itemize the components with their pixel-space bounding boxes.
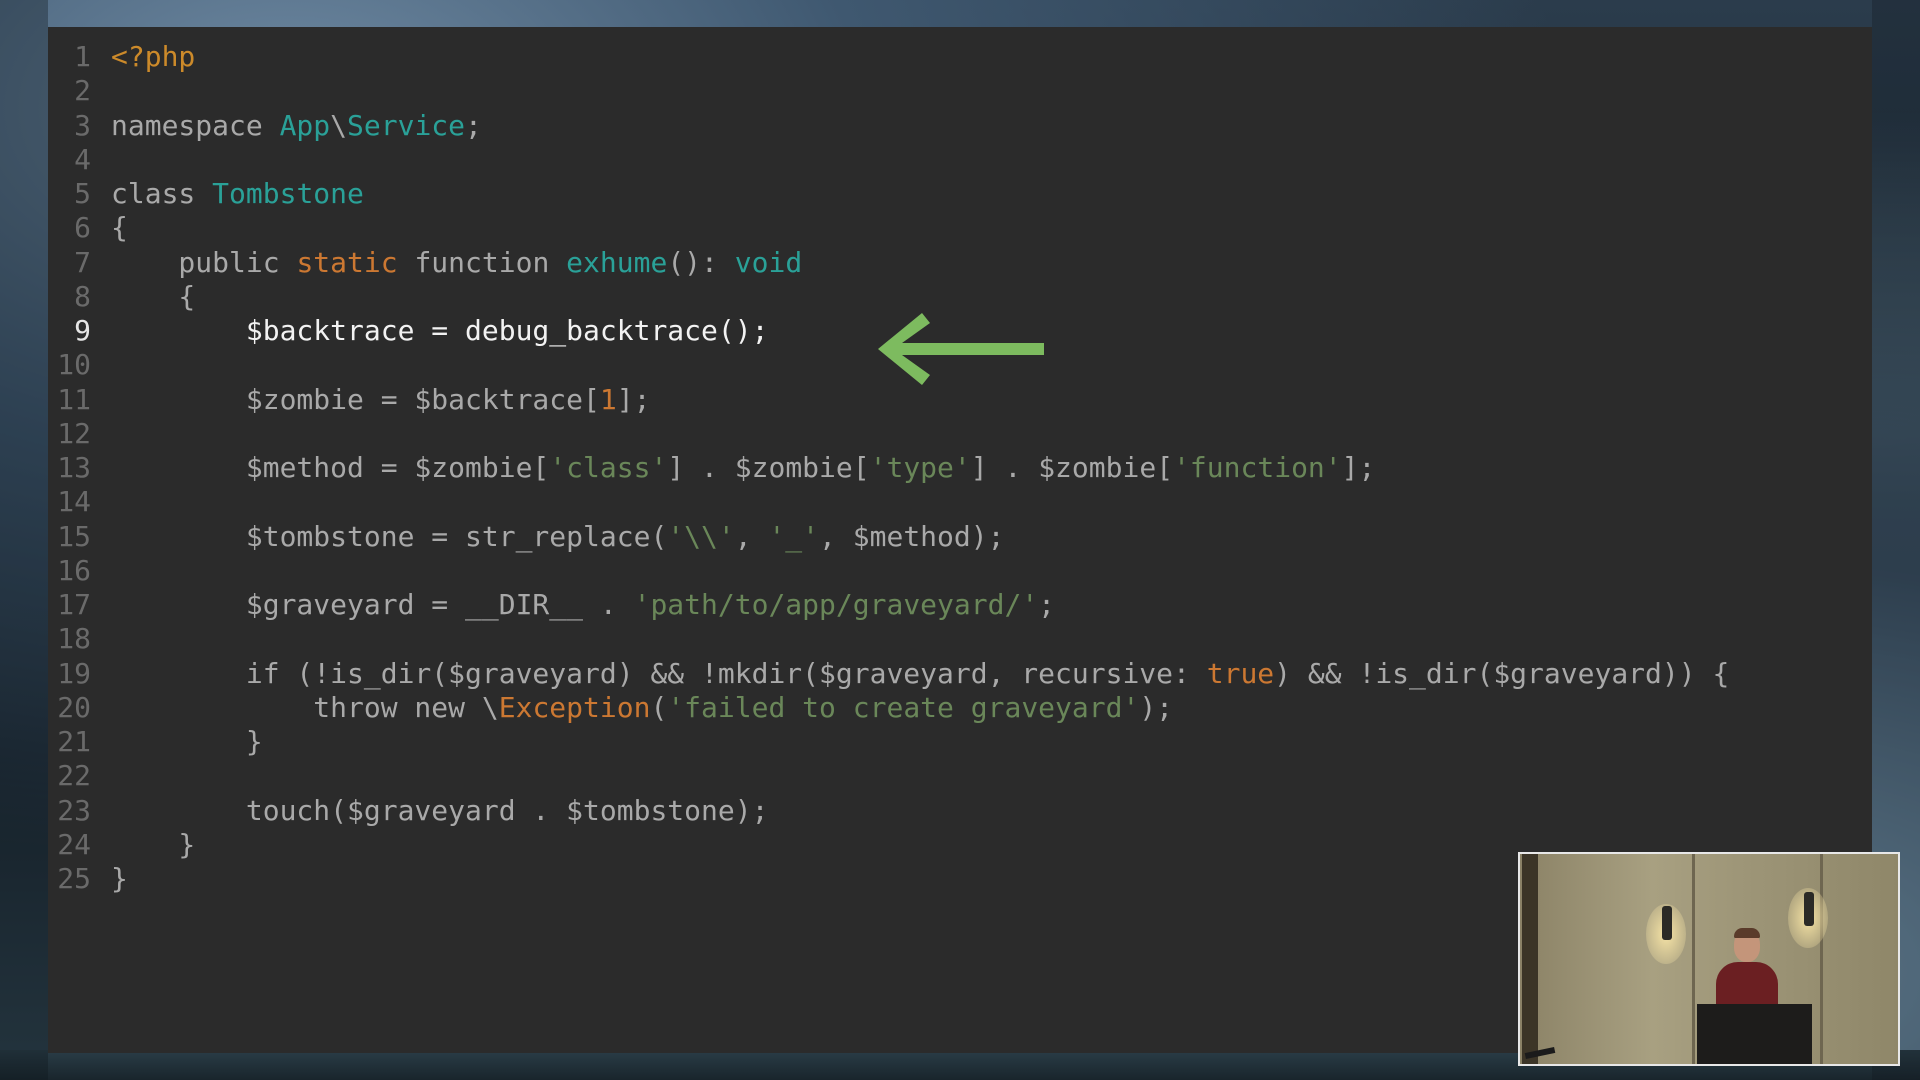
line-number: 10 bbox=[57, 348, 91, 382]
speaker-video-feed bbox=[1518, 852, 1900, 1066]
code-text: if (!is_dir($graveyard) && !mkdir($grave… bbox=[111, 657, 1729, 691]
code-token: exhume bbox=[566, 245, 668, 279]
code-token: '_' bbox=[768, 519, 820, 553]
line-number: 24 bbox=[57, 827, 91, 861]
code-token: , $method); bbox=[819, 519, 1005, 553]
line-number: 11 bbox=[57, 382, 91, 416]
code-text: } bbox=[111, 828, 195, 862]
code-token: ]; bbox=[1341, 451, 1376, 484]
code-token: static bbox=[296, 245, 398, 279]
code-token: Service bbox=[347, 108, 466, 142]
code-token: (): bbox=[667, 245, 735, 279]
line-number: 15 bbox=[57, 519, 91, 553]
code-token: 'class' bbox=[549, 451, 668, 484]
code-token: 'function' bbox=[1173, 451, 1342, 484]
webcam-wall-seam bbox=[1692, 854, 1695, 1064]
code-token: $method = $zombie[ bbox=[111, 451, 550, 484]
code-text: namespace App\Service; bbox=[111, 109, 482, 143]
code-text: { bbox=[111, 280, 195, 314]
code-text: touch($graveyard . $tombstone); bbox=[111, 793, 769, 828]
line-number: 4 bbox=[74, 142, 91, 176]
code-token: { bbox=[111, 211, 128, 245]
line-number: 22 bbox=[57, 759, 91, 793]
code-token: 'type' bbox=[869, 451, 971, 484]
line-number: 9 bbox=[74, 314, 91, 347]
line-number: 25 bbox=[57, 862, 91, 895]
code-token: void bbox=[734, 245, 803, 279]
code-token: ; bbox=[1038, 588, 1056, 621]
line-number: 7 bbox=[74, 245, 91, 279]
code-token: $tombstone = str_replace( bbox=[111, 519, 668, 553]
code-token: $backtrace = debug_backtrace(); bbox=[111, 314, 769, 347]
code-token: , bbox=[734, 519, 769, 553]
code-token: public bbox=[111, 245, 297, 279]
code-token: ); bbox=[1139, 690, 1174, 724]
line-number: 13 bbox=[57, 451, 91, 484]
line-number: 3 bbox=[74, 108, 91, 142]
code-text: <?php bbox=[111, 40, 195, 74]
code-token: ]; bbox=[616, 382, 651, 416]
line-number: 6 bbox=[74, 211, 91, 245]
line-number: 1 bbox=[74, 40, 91, 73]
code-token: touch($graveyard . $tombstone); bbox=[111, 793, 769, 827]
code-token: \ bbox=[330, 108, 348, 142]
code-text: $method = $zombie['class'] . $zombie['ty… bbox=[111, 451, 1376, 485]
code-token: 'failed to create graveyard' bbox=[667, 690, 1140, 724]
code-token: if (!is_dir($graveyard) && !mkdir($grave… bbox=[111, 656, 1207, 690]
code-text: $graveyard = __DIR__ . 'path/to/app/grav… bbox=[111, 588, 1055, 622]
code-token: } bbox=[111, 725, 263, 758]
code-token: namespace bbox=[111, 108, 280, 142]
code-token: } bbox=[111, 827, 196, 861]
line-number: 20 bbox=[57, 690, 91, 724]
code-token: App bbox=[279, 108, 331, 142]
line-number: 19 bbox=[57, 656, 91, 690]
background-tree-left bbox=[0, 0, 48, 1080]
code-token: ( bbox=[650, 690, 668, 724]
line-number: 5 bbox=[74, 177, 91, 210]
line-number: 8 bbox=[74, 279, 91, 313]
code-token: '\\' bbox=[667, 519, 735, 553]
code-token: $graveyard = __DIR__ . bbox=[111, 588, 634, 621]
code-token: Exception bbox=[498, 690, 651, 724]
code-text: public static function exhume(): void bbox=[111, 246, 802, 280]
line-number: 21 bbox=[57, 725, 91, 758]
code-token: { bbox=[111, 279, 196, 313]
code-token: $zombie = $backtrace[ bbox=[111, 382, 600, 416]
code-token: 1 bbox=[599, 382, 617, 416]
code-token: ; bbox=[465, 108, 482, 142]
line-number: 14 bbox=[57, 485, 91, 519]
code-text: } bbox=[111, 725, 263, 759]
code-text: } bbox=[111, 862, 128, 896]
line-number: 12 bbox=[57, 416, 91, 450]
webcam-door bbox=[1522, 854, 1538, 1064]
line-number: 17 bbox=[57, 588, 91, 621]
code-token: class bbox=[111, 177, 213, 210]
webcam-wall-lamp bbox=[1662, 906, 1672, 940]
code-token: function bbox=[397, 245, 567, 279]
code-token: ] . $zombie[ bbox=[970, 451, 1174, 484]
code-token: } bbox=[111, 862, 128, 895]
code-text: class Tombstone bbox=[111, 177, 364, 211]
code-token: throw new \ bbox=[111, 690, 499, 724]
code-token: 'path/to/app/graveyard/' bbox=[633, 588, 1039, 621]
speaker-hair bbox=[1734, 928, 1760, 938]
left-arrow-icon bbox=[878, 313, 1044, 385]
webcam-wall-seam bbox=[1820, 854, 1823, 1064]
code-token: Tombstone bbox=[212, 177, 364, 210]
code-token: ] . $zombie[ bbox=[667, 451, 870, 484]
code-text: $zombie = $backtrace[1]; bbox=[111, 382, 651, 417]
code-text: $tombstone = str_replace('\\', '_', $met… bbox=[111, 519, 1005, 554]
code-token: true bbox=[1206, 656, 1275, 690]
line-number: 18 bbox=[57, 622, 91, 656]
line-number: 23 bbox=[57, 793, 91, 827]
code-token: <?php bbox=[111, 40, 196, 73]
code-token: ) && !is_dir($graveyard)) { bbox=[1274, 656, 1730, 690]
code-text: throw new \Exception('failed to create g… bbox=[111, 691, 1173, 725]
code-text: { bbox=[111, 211, 128, 245]
webcam-wall-lamp bbox=[1804, 892, 1814, 926]
line-number: 2 bbox=[74, 74, 91, 108]
line-number: 16 bbox=[57, 553, 91, 587]
code-text: $backtrace = debug_backtrace(); bbox=[111, 314, 769, 348]
podium bbox=[1697, 1004, 1812, 1064]
